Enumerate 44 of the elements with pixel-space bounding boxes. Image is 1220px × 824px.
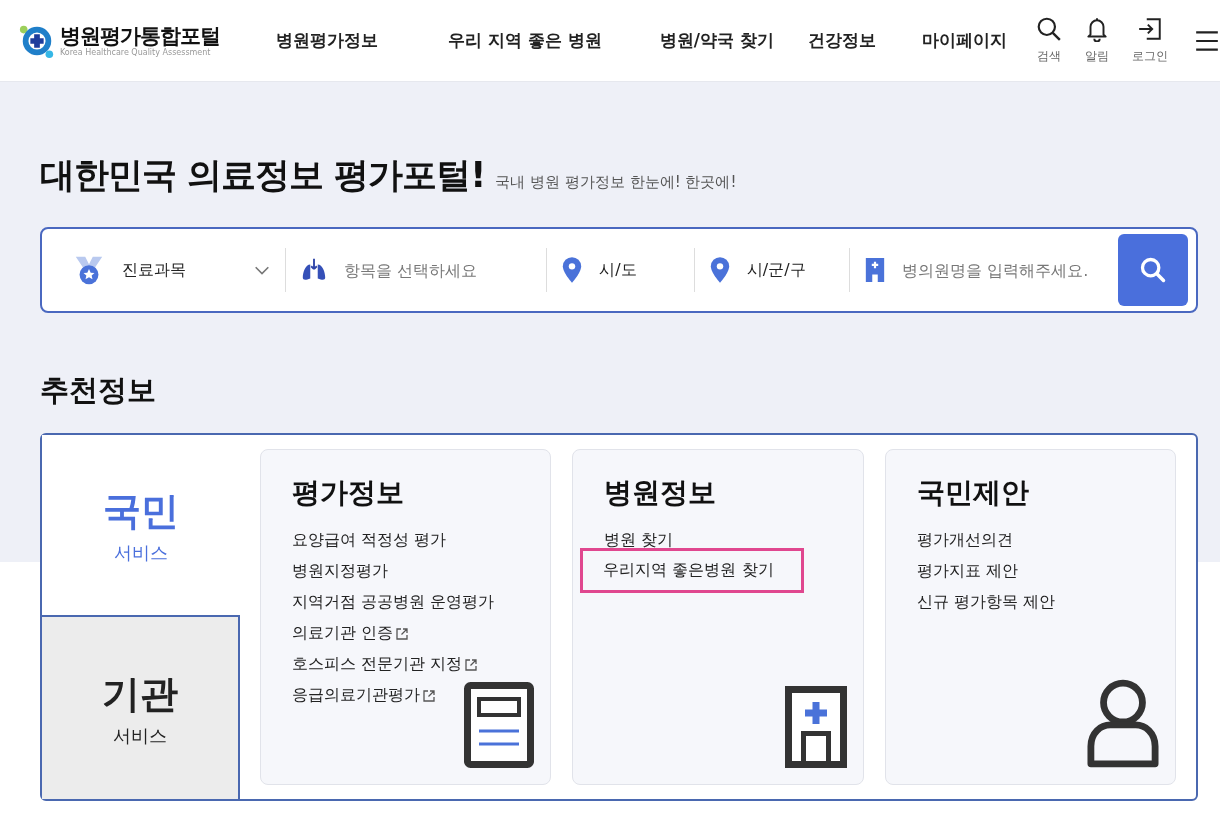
- card-link[interactable]: 신규 평가항목 제안: [916, 592, 1055, 613]
- nav-link[interactable]: 우리 지역 좋은 병원: [448, 29, 602, 52]
- card-link[interactable]: 평가지표 제안: [916, 561, 1018, 582]
- card-link[interactable]: 호스피스 전문기관 지정: [292, 654, 463, 675]
- logo-title[interactable]: 병원평가통합포털: [60, 24, 220, 48]
- card-link[interactable]: 지역거점 공공병원 운영평가: [292, 592, 495, 613]
- nav-link[interactable]: 병원/약국 찾기: [659, 29, 774, 52]
- card-link[interactable]: 요양급여 적정성 평가: [292, 530, 447, 551]
- hospital-building-icon: [784, 686, 847, 768]
- bell-icon: [1084, 16, 1110, 42]
- card-link[interactable]: 병원 찾기: [604, 530, 674, 551]
- card-title: 국민제안: [916, 475, 1030, 511]
- hospital-icon: [864, 256, 887, 284]
- select-dropdown[interactable]: 진료과목: [72, 253, 271, 287]
- service-tab[interactable]: 기관 서비스: [42, 615, 240, 799]
- section-title: 추천정보: [40, 372, 157, 409]
- logo-subtitle: Korea Healthcare Quality Assessment: [60, 48, 212, 57]
- search-button[interactable]: [1118, 234, 1188, 306]
- bell-button[interactable]: 알림: [1084, 16, 1110, 65]
- document-icon: [464, 682, 535, 768]
- card-link[interactable]: 의료기관 인증: [292, 623, 394, 644]
- nav-link[interactable]: 병원평가정보: [276, 29, 378, 52]
- search-button[interactable]: 검색: [1036, 16, 1062, 65]
- location-pin-icon: [561, 256, 584, 284]
- card-link[interactable]: 우리지역 좋은병원 찾기: [603, 560, 774, 579]
- card-link[interactable]: 응급의료기관평가: [292, 685, 420, 706]
- hero-title: 대한민국 의료정보 평가포털!: [40, 154, 486, 197]
- person-icon: [1087, 678, 1159, 768]
- location-pin-icon: [708, 256, 731, 284]
- search-icon: [1139, 256, 1168, 284]
- search-field[interactable]: 항목을 선택하세요: [341, 259, 516, 281]
- nav-link[interactable]: 건강정보: [807, 29, 876, 52]
- card-link[interactable]: 병원지정평가: [292, 561, 388, 582]
- card-title: 병원정보: [604, 475, 718, 511]
- login-icon: [1137, 16, 1163, 42]
- select-dropdown[interactable]: 시/군/구: [708, 256, 836, 284]
- search-field[interactable]: 병의원명을 입력해주세요.: [900, 259, 1105, 281]
- card-link[interactable]: 평가개선의견: [916, 530, 1013, 551]
- hero-subtitle: 국내 병원 평가정보 한눈에! 한곳에!: [495, 173, 737, 192]
- nav-link[interactable]: 마이페이지: [921, 29, 1007, 52]
- select-dropdown[interactable]: 시/도: [561, 256, 680, 284]
- card-title: 평가정보: [292, 475, 405, 511]
- search-icon: [1036, 16, 1062, 42]
- login-button[interactable]: 로그인: [1132, 16, 1168, 65]
